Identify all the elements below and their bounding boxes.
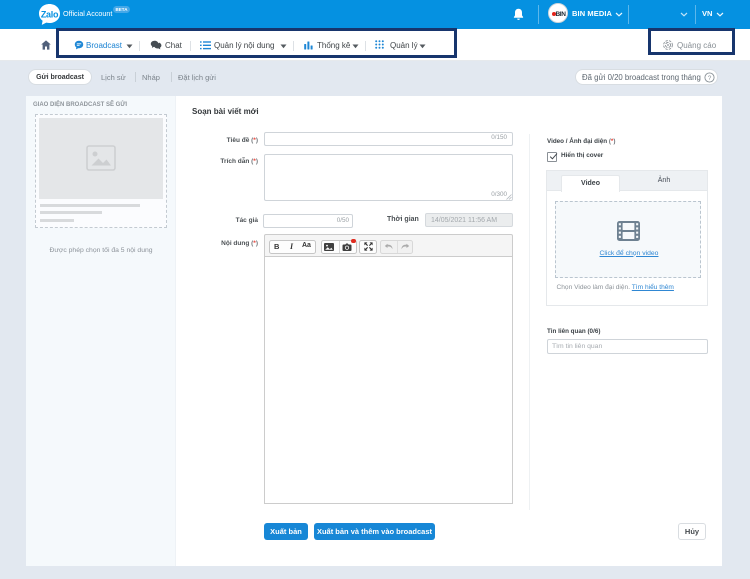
svg-text:Zalo: Zalo — [41, 10, 59, 20]
svg-text:?: ? — [708, 74, 712, 81]
